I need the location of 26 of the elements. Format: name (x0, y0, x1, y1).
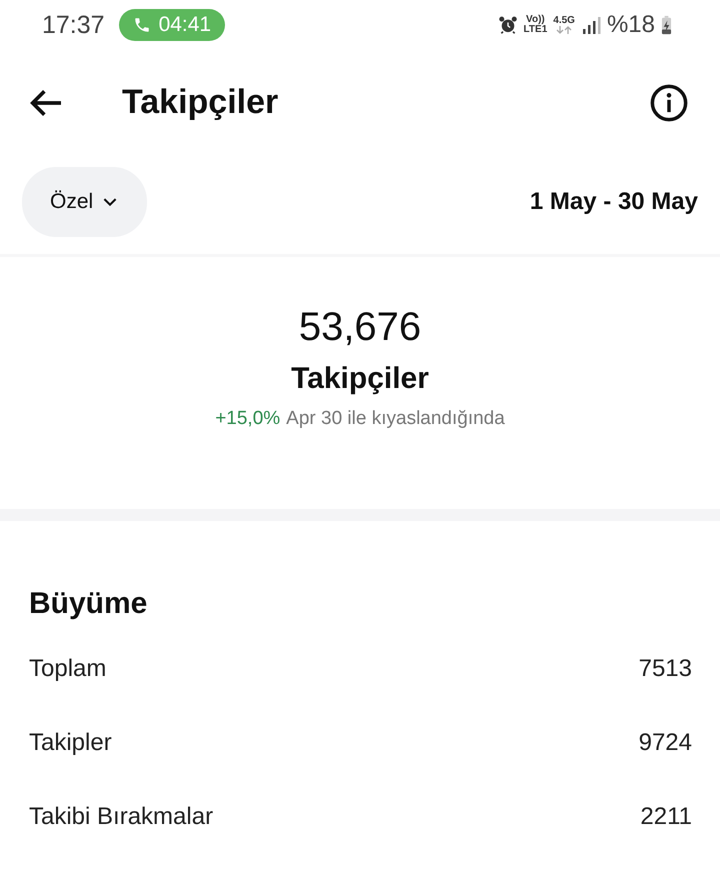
lte-label: LTE1 (524, 25, 548, 35)
section-title: Büyüme (29, 587, 148, 621)
network-type-label: 4.5G (553, 16, 575, 26)
comparison-text: Apr 30 ile kıyaslandığında (286, 408, 505, 430)
metric-value: 7513 (638, 655, 692, 684)
phone-icon (132, 16, 151, 34)
metric-value: 9724 (638, 729, 692, 758)
follower-count: 53,676 (298, 305, 422, 350)
alarm-icon (498, 15, 518, 35)
date-range: 1 May - 30 May (530, 188, 698, 216)
battery-percent: %18 (606, 11, 655, 39)
metric-value: 2211 (640, 803, 692, 832)
metric-label: Takibi Bırakmalar (29, 803, 214, 832)
period-dropdown[interactable]: Özel (22, 167, 148, 237)
metric-label: Toplam (29, 655, 106, 684)
summary-label: Takipçiler (291, 362, 429, 396)
chevron-down-icon (103, 198, 118, 206)
page-title: Takipçiler (122, 83, 278, 122)
volte-label: Vo)) (526, 15, 545, 25)
status-time: 17:37 (42, 10, 105, 40)
info-button[interactable] (648, 82, 690, 124)
metric-label: Takipler (29, 729, 112, 758)
data-arrows-icon (556, 26, 572, 34)
change-percent: +15,0% (215, 408, 280, 430)
signal-icon (580, 15, 601, 35)
battery-charging-icon (661, 15, 672, 35)
